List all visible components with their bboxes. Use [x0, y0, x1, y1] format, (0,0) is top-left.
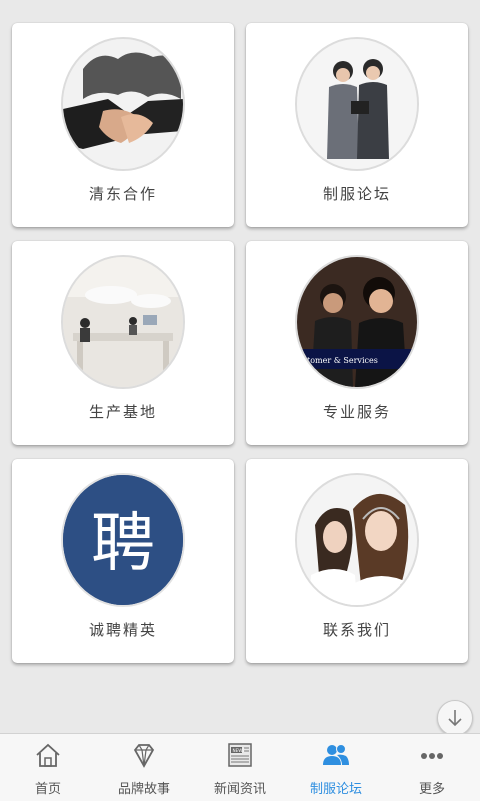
card-label: 专业服务	[322, 403, 391, 421]
card-uniform-forum[interactable]: 制服论坛	[246, 23, 468, 227]
news-icon: NEWS	[225, 740, 255, 770]
office-image	[61, 255, 185, 389]
recruit-logo-char: 聘	[91, 507, 155, 581]
diamond-icon	[129, 740, 159, 770]
card-recruitment[interactable]: 聘 诚聘精英	[12, 459, 234, 663]
card-label: 清东合作	[88, 185, 157, 203]
card-label: 制服论坛	[322, 185, 391, 203]
contact-image	[295, 473, 419, 607]
tab-label: 品牌故事	[117, 782, 170, 797]
tab-label: 首页	[34, 782, 61, 797]
tab-uniform-forum[interactable]: 制服论坛	[288, 734, 384, 801]
card-professional-service[interactable]: tomer & Services 专业服务	[246, 241, 468, 445]
news-icon-text: NEWS	[233, 748, 246, 753]
users-icon	[321, 740, 351, 770]
businesswomen-image	[295, 37, 419, 171]
home-icon	[33, 740, 63, 770]
card-label: 诚聘精英	[88, 621, 157, 639]
tab-home[interactable]: 首页	[0, 734, 96, 801]
tab-label: 新闻资讯	[213, 782, 266, 797]
bottom-tab-bar: 首页 品牌故事 NEWS 新闻资讯 制服论坛 更多	[0, 733, 480, 801]
card-contact-us[interactable]: 联系我们	[246, 459, 468, 663]
handshake-image	[61, 37, 185, 171]
scroll-down-button[interactable]	[437, 700, 473, 736]
more-icon	[417, 740, 447, 770]
banner-text: tomer & Services	[307, 356, 378, 365]
tab-news[interactable]: NEWS 新闻资讯	[192, 734, 288, 801]
card-label: 生产基地	[88, 403, 157, 421]
card-label: 联系我们	[322, 621, 391, 639]
card-cooperation[interactable]: 清东合作	[12, 23, 234, 227]
arrow-down-icon	[448, 710, 462, 727]
recruit-logo: 聘	[61, 473, 185, 607]
customer-service-image: tomer & Services	[295, 255, 419, 389]
card-production-base[interactable]: 生产基地	[12, 241, 234, 445]
tab-label: 更多	[418, 782, 445, 797]
tab-brand-story[interactable]: 品牌故事	[96, 734, 192, 801]
tab-more[interactable]: 更多	[384, 734, 480, 801]
tab-label: 制服论坛	[309, 782, 362, 797]
